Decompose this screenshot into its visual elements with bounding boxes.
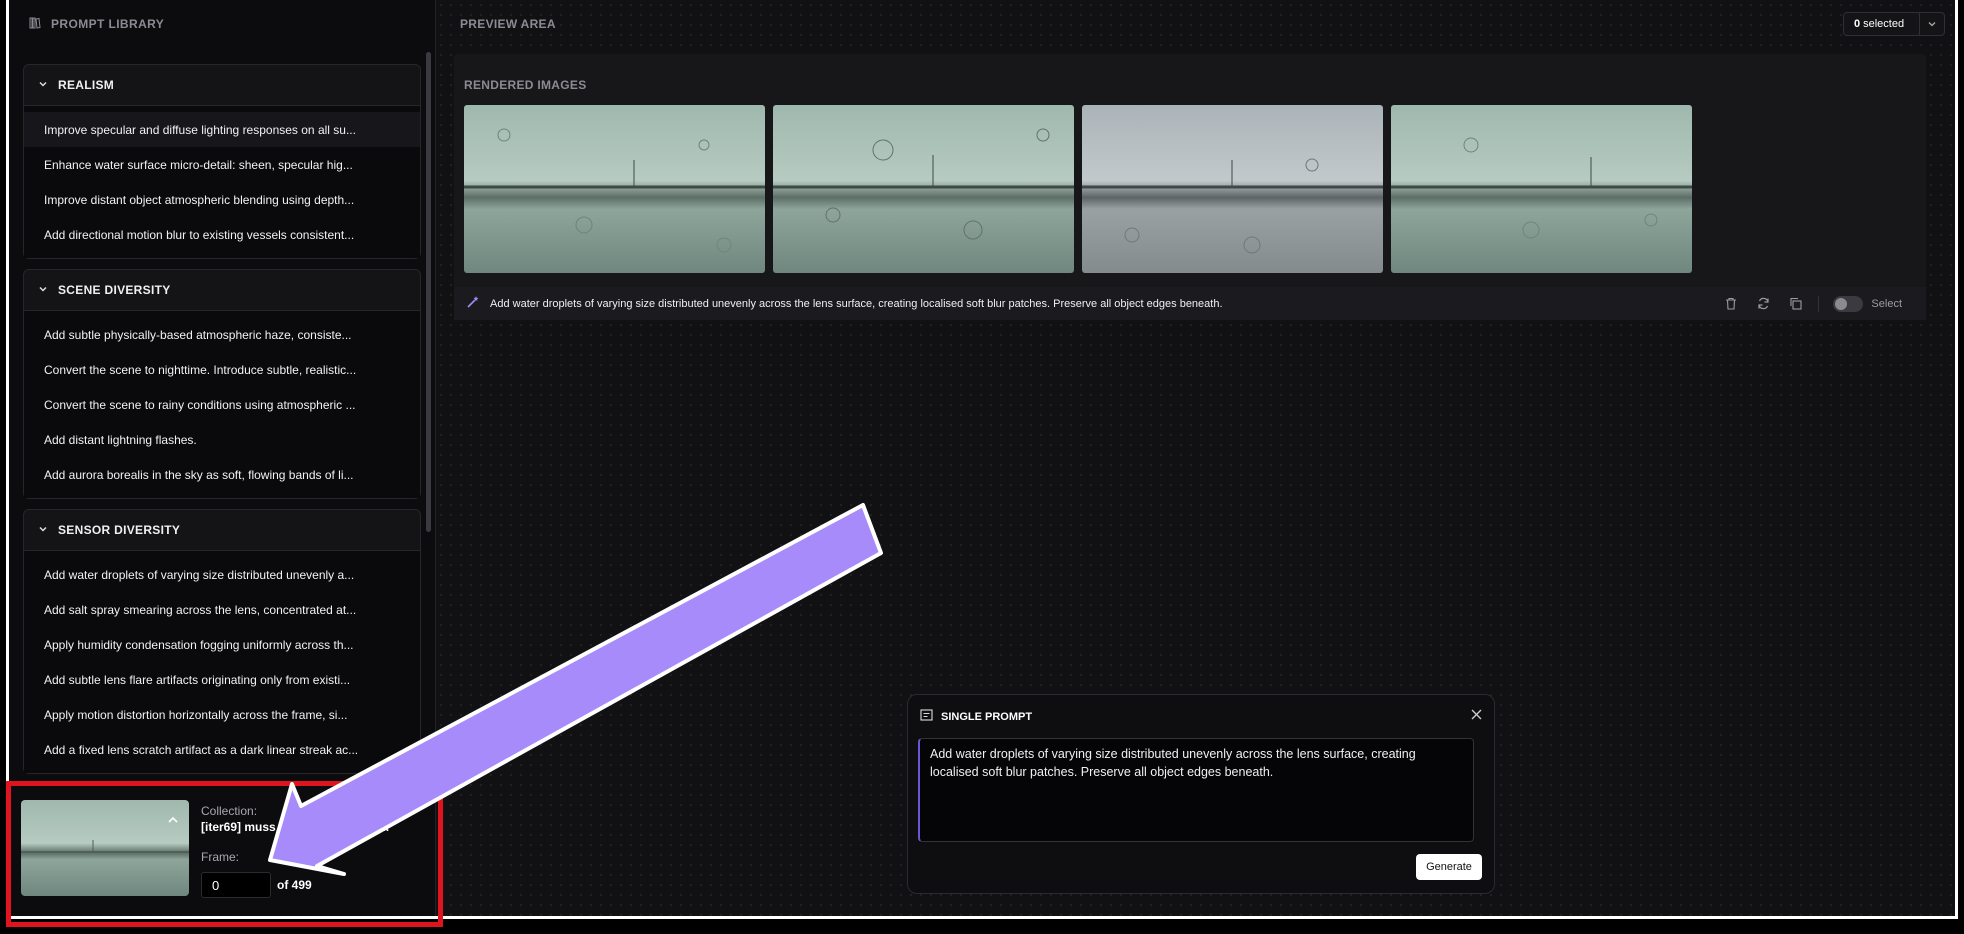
section-realism: REALISM Improve specular and diffuse lig… bbox=[23, 64, 421, 259]
list-item[interactable]: Add water droplets of varying size distr… bbox=[24, 557, 420, 592]
prompt-library-header: PROMPT LIBRARY bbox=[9, 0, 435, 48]
rendered-image[interactable] bbox=[464, 105, 765, 273]
list-item[interactable]: Add directional motion blur to existing … bbox=[24, 217, 420, 252]
list-item[interactable]: Add salt spray smearing across the lens,… bbox=[24, 592, 420, 627]
single-prompt-title: SINGLE PROMPT bbox=[941, 710, 1033, 723]
list-item[interactable]: Convert the scene to nighttime. Introduc… bbox=[24, 352, 420, 387]
list-item[interactable]: Apply motion distortion horizontally acr… bbox=[24, 697, 420, 732]
close-icon[interactable] bbox=[1471, 707, 1482, 724]
preview-area-title: PREVIEW AREA bbox=[460, 17, 556, 31]
list-item[interactable]: Convert the scene to rainy conditions us… bbox=[24, 387, 420, 422]
prompt-text: Add water droplets of varying size distr… bbox=[490, 297, 1223, 310]
prompt-row: Add water droplets of varying size distr… bbox=[454, 287, 1926, 320]
section-header-scene-diversity[interactable]: SCENE DIVERSITY bbox=[24, 270, 420, 311]
select-toggle[interactable] bbox=[1833, 295, 1864, 312]
prompt-textarea[interactable]: Add water droplets of varying size distr… bbox=[918, 738, 1474, 842]
rendered-images-panel: RENDERED IMAGES Add water droplets of va… bbox=[454, 54, 1926, 320]
highlight-box bbox=[6, 781, 443, 927]
list-item[interactable]: Add distant lightning flashes. bbox=[24, 422, 420, 457]
copy-icon[interactable] bbox=[1786, 297, 1804, 310]
section-header-realism[interactable]: REALISM bbox=[24, 65, 420, 106]
list-item[interactable]: Add subtle physically-based atmospheric … bbox=[24, 317, 420, 352]
selected-dropdown[interactable]: 0 selected bbox=[1843, 12, 1945, 36]
magic-wand-icon bbox=[466, 295, 480, 312]
section-title: SENSOR DIVERSITY bbox=[58, 523, 181, 537]
list-item[interactable]: Add a fixed lens scratch artifact as a d… bbox=[24, 732, 420, 767]
generate-button[interactable]: Generate bbox=[1416, 854, 1482, 880]
refresh-icon[interactable] bbox=[1754, 297, 1772, 310]
prompt-library-sidebar: PROMPT LIBRARY REALISM Improve specular … bbox=[9, 0, 436, 916]
chevron-down-icon[interactable] bbox=[1919, 13, 1944, 35]
section-scene-diversity: SCENE DIVERSITY Add subtle physically-ba… bbox=[23, 269, 421, 499]
list-item[interactable]: Add subtle lens flare artifacts originat… bbox=[24, 662, 420, 697]
list-item[interactable]: Add aurora borealis in the sky as soft, … bbox=[24, 457, 420, 492]
rendered-image[interactable] bbox=[1391, 105, 1692, 273]
section-sensor-diversity: SENSOR DIVERSITY Add water droplets of v… bbox=[23, 509, 421, 774]
selected-count: 0 bbox=[1854, 18, 1861, 30]
chevron-down-icon bbox=[38, 283, 48, 297]
chevron-down-icon bbox=[38, 523, 48, 537]
section-title: SCENE DIVERSITY bbox=[58, 283, 171, 297]
section-title: REALISM bbox=[58, 78, 115, 92]
prompt-library-title: PROMPT LIBRARY bbox=[51, 17, 165, 31]
toolbar-divider bbox=[1818, 295, 1820, 312]
rendered-images-title: RENDERED IMAGES bbox=[464, 78, 587, 92]
list-item[interactable]: Apply humidity condensation fogging unif… bbox=[24, 627, 420, 662]
rendered-image[interactable] bbox=[773, 105, 1074, 273]
rendered-image[interactable] bbox=[1082, 105, 1383, 273]
library-icon bbox=[29, 17, 41, 32]
single-prompt-panel: SINGLE PROMPT Add water droplets of vary… bbox=[907, 694, 1495, 894]
preview-area: PREVIEW AREA 0selected RENDERED IMAGES bbox=[436, 0, 1955, 916]
list-item[interactable]: Improve specular and diffuse lighting re… bbox=[24, 112, 420, 147]
section-header-sensor-diversity[interactable]: SENSOR DIVERSITY bbox=[24, 510, 420, 551]
sidebar-scrollbar[interactable] bbox=[426, 52, 431, 532]
trash-icon[interactable] bbox=[1722, 297, 1740, 310]
chevron-down-icon bbox=[38, 78, 48, 92]
select-label: Select bbox=[1871, 297, 1902, 310]
prompt-icon bbox=[920, 709, 933, 724]
prompt-sections: REALISM Improve specular and diffuse lig… bbox=[23, 64, 421, 784]
list-item[interactable]: Improve distant object atmospheric blend… bbox=[24, 182, 420, 217]
list-item[interactable]: Enhance water surface micro-detail: shee… bbox=[24, 147, 420, 182]
